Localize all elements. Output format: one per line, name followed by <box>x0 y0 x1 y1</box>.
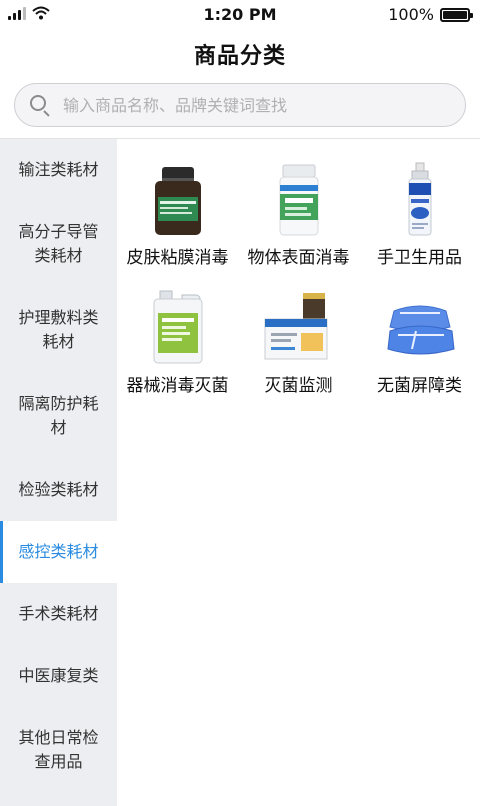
product-grid: 皮肤粘膜消毒 物体表面消毒 手卫生用品 器械消毒灭菌 灭菌监测 无菌屏障类 <box>117 139 480 806</box>
product-tile[interactable]: 手卫生用品 <box>359 161 480 268</box>
sidebar-item-label: 护理敷料类耗材 <box>18 308 99 351</box>
sidebar-item-daily-check[interactable]: 其他日常检查用品 <box>0 707 117 793</box>
sidebar-item-isolation-protection[interactable]: 隔离防护耗材 <box>0 373 117 459</box>
sidebar-item-tcm-rehab[interactable]: 中医康复类 <box>0 645 117 707</box>
status-bar: 1:20 PM 100% <box>0 0 480 28</box>
sidebar-item-label: 隔离防护耗材 <box>18 394 99 437</box>
category-sidebar: 输注类耗材 高分子导管类耗材 护理敷料类耗材 隔离防护耗材 检验类耗材 感控类耗… <box>0 139 117 806</box>
sidebar-item-infusion[interactable]: 输注类耗材 <box>0 139 117 201</box>
indicator-box-icon <box>259 289 339 365</box>
status-right: 100% <box>388 5 473 24</box>
sterile-wrap-icon <box>380 289 460 365</box>
search-icon <box>29 94 51 117</box>
sidebar-item-label: 检验类耗材 <box>18 480 99 499</box>
product-tile[interactable]: 物体表面消毒 <box>238 161 359 268</box>
tablet-bottle-icon <box>259 161 339 237</box>
product-label: 无菌屏障类 <box>377 376 462 396</box>
sidebar-item-polymer-catheter[interactable]: 高分子导管类耗材 <box>0 201 117 287</box>
product-tile[interactable]: 灭菌监测 <box>238 289 359 396</box>
battery-percent: 100% <box>388 5 434 24</box>
product-tile[interactable]: 皮肤粘膜消毒 <box>117 161 238 268</box>
product-label: 灭菌监测 <box>264 376 333 396</box>
sidebar-item-surgical[interactable]: 手术类耗材 <box>0 583 117 645</box>
product-label: 皮肤粘膜消毒 <box>126 248 229 268</box>
sidebar-item-label: 高分子导管类耗材 <box>18 222 99 265</box>
sidebar-item-label: 输注类耗材 <box>18 160 99 179</box>
disinfectant-jug-icon <box>138 289 218 365</box>
spray-bottle-icon <box>380 161 460 237</box>
battery-icon <box>440 7 473 22</box>
sidebar-item-label: 感控类耗材 <box>18 542 99 561</box>
sidebar-item-label: 中医康复类 <box>18 666 99 685</box>
sidebar-item-infection-control[interactable]: 感控类耗材 <box>0 521 117 583</box>
product-tile[interactable]: 器械消毒灭菌 <box>117 289 238 396</box>
product-label: 器械消毒灭菌 <box>126 376 229 396</box>
product-label: 物体表面消毒 <box>247 248 350 268</box>
sidebar-item-laboratory[interactable]: 检验类耗材 <box>0 459 117 521</box>
page-title: 商品分类 <box>193 44 286 69</box>
search-bar[interactable] <box>14 83 466 127</box>
sidebar-item-label: 其他日常检查用品 <box>18 728 99 771</box>
sidebar-item-label: 手术类耗材 <box>18 604 99 623</box>
brown-bottle-icon <box>138 161 218 237</box>
sidebar-item-nursing-dressing[interactable]: 护理敷料类耗材 <box>0 287 117 373</box>
product-tile[interactable]: 无菌屏障类 <box>359 289 480 396</box>
search-input[interactable] <box>63 95 443 115</box>
product-label: 手卫生用品 <box>377 248 462 268</box>
